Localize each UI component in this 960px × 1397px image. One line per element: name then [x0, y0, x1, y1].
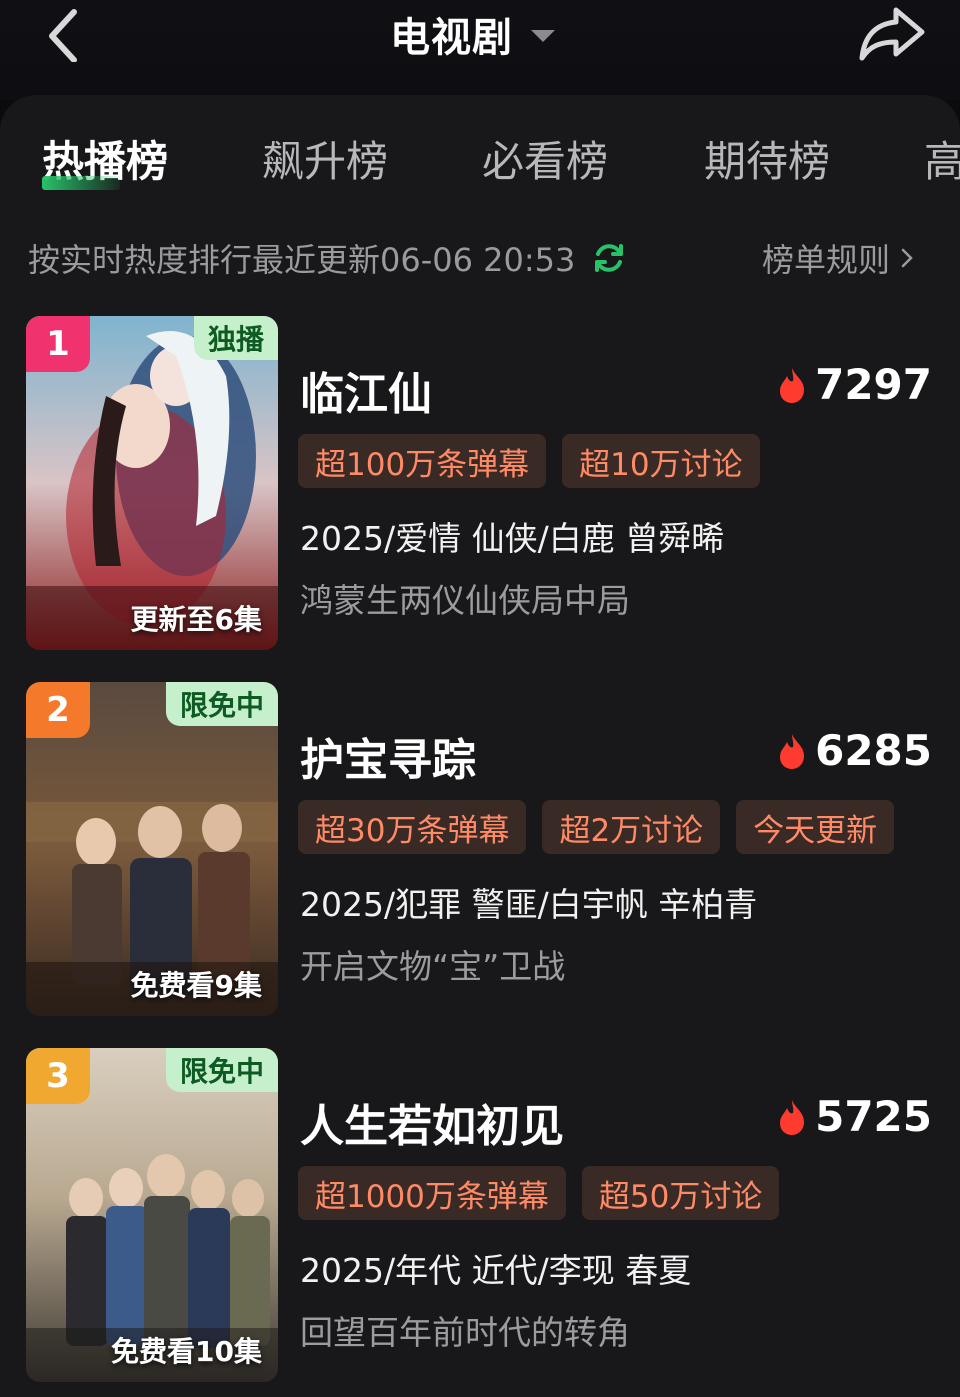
update-status: 按实时热度排行最近更新06-06 20:53 [28, 236, 627, 280]
rank-badge: 3 [26, 1048, 90, 1104]
update-time-text: 按实时热度排行最近更新06-06 20:53 [28, 241, 576, 279]
exclusive-badge: 独播 [193, 316, 278, 360]
free-badge: 限免中 [165, 1048, 278, 1092]
tab-anticipated[interactable]: 期待榜 [704, 128, 830, 189]
tag: 今天更新 [736, 800, 895, 854]
tag: 超50万讨论 [581, 1166, 780, 1220]
top-bar: 电视剧 [0, 0, 960, 100]
heat-value: 5725 [815, 1092, 932, 1141]
active-tab-indicator [42, 176, 120, 190]
tag: 超10万讨论 [562, 434, 760, 488]
heat-value: 6285 [815, 726, 932, 775]
refresh-icon[interactable] [591, 240, 627, 276]
flame-icon [780, 1099, 805, 1135]
episode-label: 免费看9集 [130, 969, 262, 1002]
tag-list: 超1000万条弹幕 超50万讨论 [298, 1166, 795, 1220]
heat-score: 7297 [777, 360, 932, 409]
poster[interactable]: 1 独播 更新至6集 [26, 316, 278, 650]
chevron-right-icon [901, 248, 913, 268]
show-title[interactable]: 临江仙 [300, 358, 432, 422]
tag-list: 超30万条弹幕 超2万讨论 今天更新 [298, 800, 910, 854]
heat-score: 6285 [777, 726, 932, 775]
back-chevron-icon [49, 9, 77, 63]
back-button[interactable] [40, 6, 90, 63]
tag: 超30万条弹幕 [298, 800, 527, 854]
show-meta: 2025/爱情 仙侠/白鹿 曾舜晞 [300, 519, 725, 558]
show-description: 开启文物“宝”卫战 [300, 947, 566, 986]
tag-list: 超100万条弹幕 超10万讨论 [298, 434, 776, 488]
rank-badge: 2 [26, 682, 90, 738]
show-description: 鸿蒙生两仪仙侠局中局 [300, 581, 630, 620]
heat-score: 5725 [777, 1092, 932, 1141]
share-arrow-icon [859, 7, 925, 61]
tag: 超1000万条弹幕 [298, 1166, 566, 1220]
episode-label: 更新至6集 [130, 603, 262, 636]
list-item[interactable]: 2 限免中 免费看9集 护宝寻踪 6285 超30万条弹幕 超2万讨论 今天更新… [0, 682, 960, 1018]
tab-high[interactable]: 高 [924, 128, 960, 189]
flame-icon [780, 733, 805, 769]
rules-label: 榜单规则 [762, 241, 891, 279]
tag: 超2万讨论 [542, 800, 721, 854]
flame-icon [780, 367, 805, 403]
share-button[interactable] [856, 4, 928, 62]
category-selector[interactable]: 电视剧 [390, 8, 555, 61]
show-meta: 2025/年代 近代/李现 春夏 [300, 1251, 692, 1290]
show-meta: 2025/犯罪 警匪/白宇帆 辛柏青 [300, 885, 758, 924]
ranking-tabs: 热播榜 飙升榜 必看榜 期待榜 高 [0, 128, 960, 194]
chevron-down-icon [531, 30, 555, 42]
show-title[interactable]: 人生若如初见 [300, 1090, 564, 1154]
tab-rising[interactable]: 飙升榜 [262, 128, 388, 189]
rules-link[interactable]: 榜单规则 [762, 236, 914, 280]
heat-value: 7297 [815, 360, 932, 409]
show-title[interactable]: 护宝寻踪 [300, 724, 476, 788]
list-item[interactable]: 1 独播 更新至6集 临江仙 7297 超100万条弹幕 超10万讨论 2025… [0, 316, 960, 652]
poster[interactable]: 3 限免中 免费看10集 [26, 1048, 278, 1382]
rank-badge: 1 [26, 316, 90, 372]
page-title: 电视剧 [390, 15, 513, 61]
show-description: 回望百年前时代的转角 [300, 1313, 630, 1352]
free-badge: 限免中 [165, 682, 278, 726]
tab-must-watch[interactable]: 必看榜 [482, 128, 608, 189]
tag: 超100万条弹幕 [298, 434, 547, 488]
list-item[interactable]: 3 限免中 免费看10集 人生若如初见 5725 超1000万条弹幕 超50万讨… [0, 1048, 960, 1384]
episode-label: 免费看10集 [111, 1335, 262, 1368]
poster[interactable]: 2 限免中 免费看9集 [26, 682, 278, 1016]
